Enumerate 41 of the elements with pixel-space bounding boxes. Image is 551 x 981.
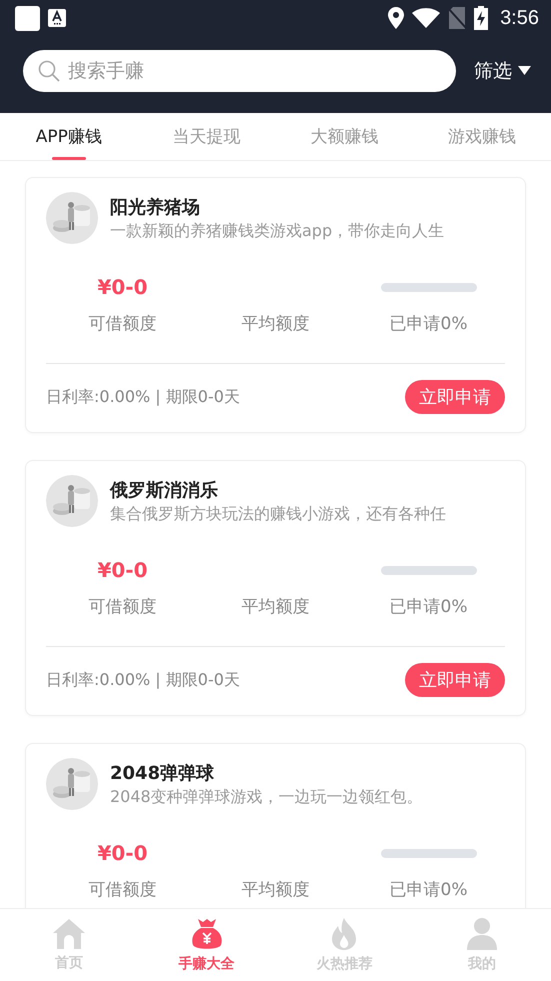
app-description: 集合俄罗斯方块玩法的赚钱小游戏，还有各种任 bbox=[110, 504, 446, 524]
progress-label: 已申请0% bbox=[390, 879, 468, 901]
apply-button[interactable]: 立即申请 bbox=[405, 663, 505, 697]
money-bag-icon bbox=[190, 917, 223, 951]
category-tab[interactable]: 当天提现 bbox=[138, 113, 276, 160]
rate-terms: 日利率:0.00% | 期限0-0天 bbox=[46, 386, 240, 408]
no-sim-icon bbox=[448, 7, 466, 29]
amount-label: 可借额度 bbox=[88, 879, 156, 901]
search-icon bbox=[38, 60, 60, 82]
amount-value: ¥0-0 bbox=[97, 840, 148, 866]
apply-button[interactable]: 立即申请 bbox=[405, 380, 505, 414]
person-icon bbox=[466, 917, 498, 951]
average-label: 平均额度 bbox=[242, 879, 310, 901]
category-tab[interactable]: 大额赚钱 bbox=[276, 113, 414, 160]
clock-time: 3:56 bbox=[500, 6, 539, 30]
wifi-icon bbox=[412, 8, 440, 28]
amount-value: ¥0-0 bbox=[97, 274, 148, 300]
amount-label: 可借额度 bbox=[88, 596, 156, 618]
search-field[interactable]: 搜索手赚 bbox=[23, 50, 456, 92]
app-title: 2048弹弹球 bbox=[110, 762, 216, 784]
app-title: 俄罗斯消消乐 bbox=[110, 478, 219, 502]
amount-label: 可借额度 bbox=[88, 313, 156, 335]
progress-label: 已申请0% bbox=[390, 313, 468, 335]
notification-icon bbox=[15, 6, 40, 30]
keyboard-icon bbox=[48, 9, 66, 27]
nav-item[interactable]: 手赚大全 bbox=[138, 909, 276, 981]
average-label: 平均额度 bbox=[242, 596, 310, 618]
average-label: 平均额度 bbox=[242, 313, 310, 335]
category-tab[interactable]: 游戏赚钱 bbox=[413, 113, 551, 160]
app-description: 2048变种弹弹球游戏，一边玩一边领红包。 bbox=[110, 786, 423, 808]
amount-value: ¥0-0 bbox=[97, 557, 148, 583]
location-icon bbox=[388, 7, 404, 29]
battery-charging-icon bbox=[474, 6, 488, 30]
caret-icon bbox=[518, 66, 531, 75]
app-title: 阳光养猪场 bbox=[110, 196, 201, 218]
category-tab[interactable]: APP赚钱 bbox=[0, 113, 138, 160]
filter-button[interactable]: 筛选 bbox=[474, 58, 531, 84]
home-icon bbox=[52, 918, 86, 950]
rate-terms: 日利率:0.00% | 期限0-0天 bbox=[46, 670, 240, 690]
progress-label: 已申请0% bbox=[390, 596, 468, 618]
app-description: 一款新颖的养猪赚钱类游戏app，带你走向人生 bbox=[110, 220, 444, 242]
